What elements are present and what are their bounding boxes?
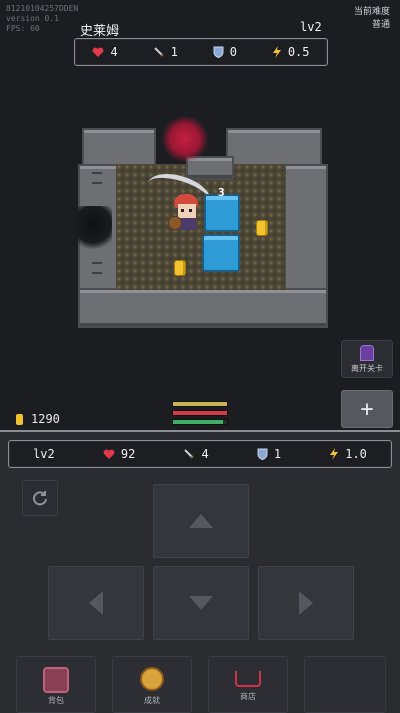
refresh-icon <box>33 491 47 506</box>
gold-coin-icon <box>16 413 23 425</box>
debug-build: 81210104257DDEN <box>6 4 79 13</box>
cart-icon <box>235 671 261 687</box>
gold-amount: 1290 <box>31 412 60 426</box>
player-speed-stat: 1.0 <box>329 447 367 461</box>
wall-grate-icon <box>92 262 102 274</box>
gold-coin-1[interactable] <box>256 220 268 236</box>
extra-menu-button[interactable] <box>304 656 386 713</box>
leave-level-button[interactable]: 离开关卡 <box>341 340 393 378</box>
wall-grate-icon <box>92 172 102 184</box>
enemy-name: 史莱姆 <box>80 24 120 39</box>
gold-coin-2[interactable] <box>174 260 186 276</box>
slime-enemy-1[interactable] <box>204 194 240 232</box>
enemy-level: lv2 <box>300 20 322 34</box>
player-level: lv2 <box>33 447 55 461</box>
add-button[interactable]: + <box>341 390 393 428</box>
wall-bottom <box>78 288 328 328</box>
damage-number: 3 <box>218 186 225 199</box>
enemy-defense-value: 0 <box>229 45 237 59</box>
slime-enemy-2[interactable] <box>202 234 240 272</box>
debug-version: version 0.1 <box>6 14 59 23</box>
sword-icon <box>153 47 164 57</box>
player-attack-stat: 4 <box>183 447 209 461</box>
enemy-speed-value: 0.5 <box>287 45 310 59</box>
enemy-attack-stat: 1 <box>153 45 178 59</box>
enemy-hp-stat: 4 <box>92 45 118 59</box>
difficulty-indicator: 当前难度 普通 <box>354 6 390 32</box>
player-attack-value: 4 <box>201 447 209 461</box>
red-portal-icon <box>162 116 208 162</box>
backpack-icon <box>43 667 69 693</box>
mp-bar-fill <box>173 411 227 415</box>
arrow-up-icon <box>189 514 213 528</box>
dpad-down-button[interactable] <box>153 566 249 640</box>
door-icon <box>360 344 374 361</box>
lightning-icon <box>330 448 339 460</box>
shop-label: 商店 <box>240 692 256 701</box>
lightning-icon <box>272 46 281 58</box>
enemy-hp-value: 4 <box>110 45 118 59</box>
shield-icon <box>213 46 224 58</box>
enemy-defense-stat: 0 <box>213 45 237 59</box>
heart-icon <box>93 47 104 57</box>
mp-bar <box>172 410 228 416</box>
difficulty-label: 当前难度 <box>353 7 390 17</box>
enemy-speed-stat: 0.5 <box>272 45 310 59</box>
debug-info: 81210104257DDEN version 0.1 FPS: 60 <box>6 4 78 34</box>
difficulty-value: 普通 <box>371 20 390 30</box>
arrow-down-icon <box>189 596 213 610</box>
sword-icon <box>184 449 195 459</box>
player-stats-panel: lv2 92 4 1 1.0 <box>8 440 392 468</box>
hp-bar <box>172 401 228 407</box>
backpack-label: 背包 <box>48 696 64 705</box>
xp-bar <box>172 419 228 425</box>
shadow-creature-icon <box>74 206 112 252</box>
player-speed-value: 1.0 <box>345 447 367 461</box>
achievements-label: 成就 <box>144 696 160 705</box>
player-defense-stat: 1 <box>257 447 281 461</box>
dpad-left-button[interactable] <box>48 566 144 640</box>
player-status-bars <box>172 401 228 425</box>
heart-icon <box>103 449 115 459</box>
xp-bar-fill <box>173 420 223 424</box>
player-hp-value: 92 <box>120 447 136 461</box>
shield-icon <box>257 448 268 460</box>
enemy-attack-value: 1 <box>170 45 178 59</box>
enemy-stats-panel: 4 1 0 0.5 <box>74 38 328 66</box>
arrow-right-icon <box>299 591 313 615</box>
dungeon-room: 3 <box>74 116 328 328</box>
shop-button[interactable]: 商店 <box>208 656 288 713</box>
dpad-right-button[interactable] <box>258 566 354 640</box>
debug-fps: FPS: 60 <box>6 24 40 33</box>
backpack-button[interactable]: 背包 <box>16 656 96 713</box>
hp-bar-fill <box>173 402 227 406</box>
gold-counter: 1290 <box>16 412 60 426</box>
player-defense-value: 1 <box>273 447 282 461</box>
achievements-button[interactable]: 成就 <box>112 656 192 713</box>
refresh-button[interactable] <box>22 480 58 516</box>
medal-icon <box>140 667 164 691</box>
leave-level-label: 离开关卡 <box>351 363 383 373</box>
arrow-left-icon <box>89 591 103 615</box>
player-hp-stat: 92 <box>103 447 135 461</box>
dpad-up-button[interactable] <box>153 484 249 558</box>
